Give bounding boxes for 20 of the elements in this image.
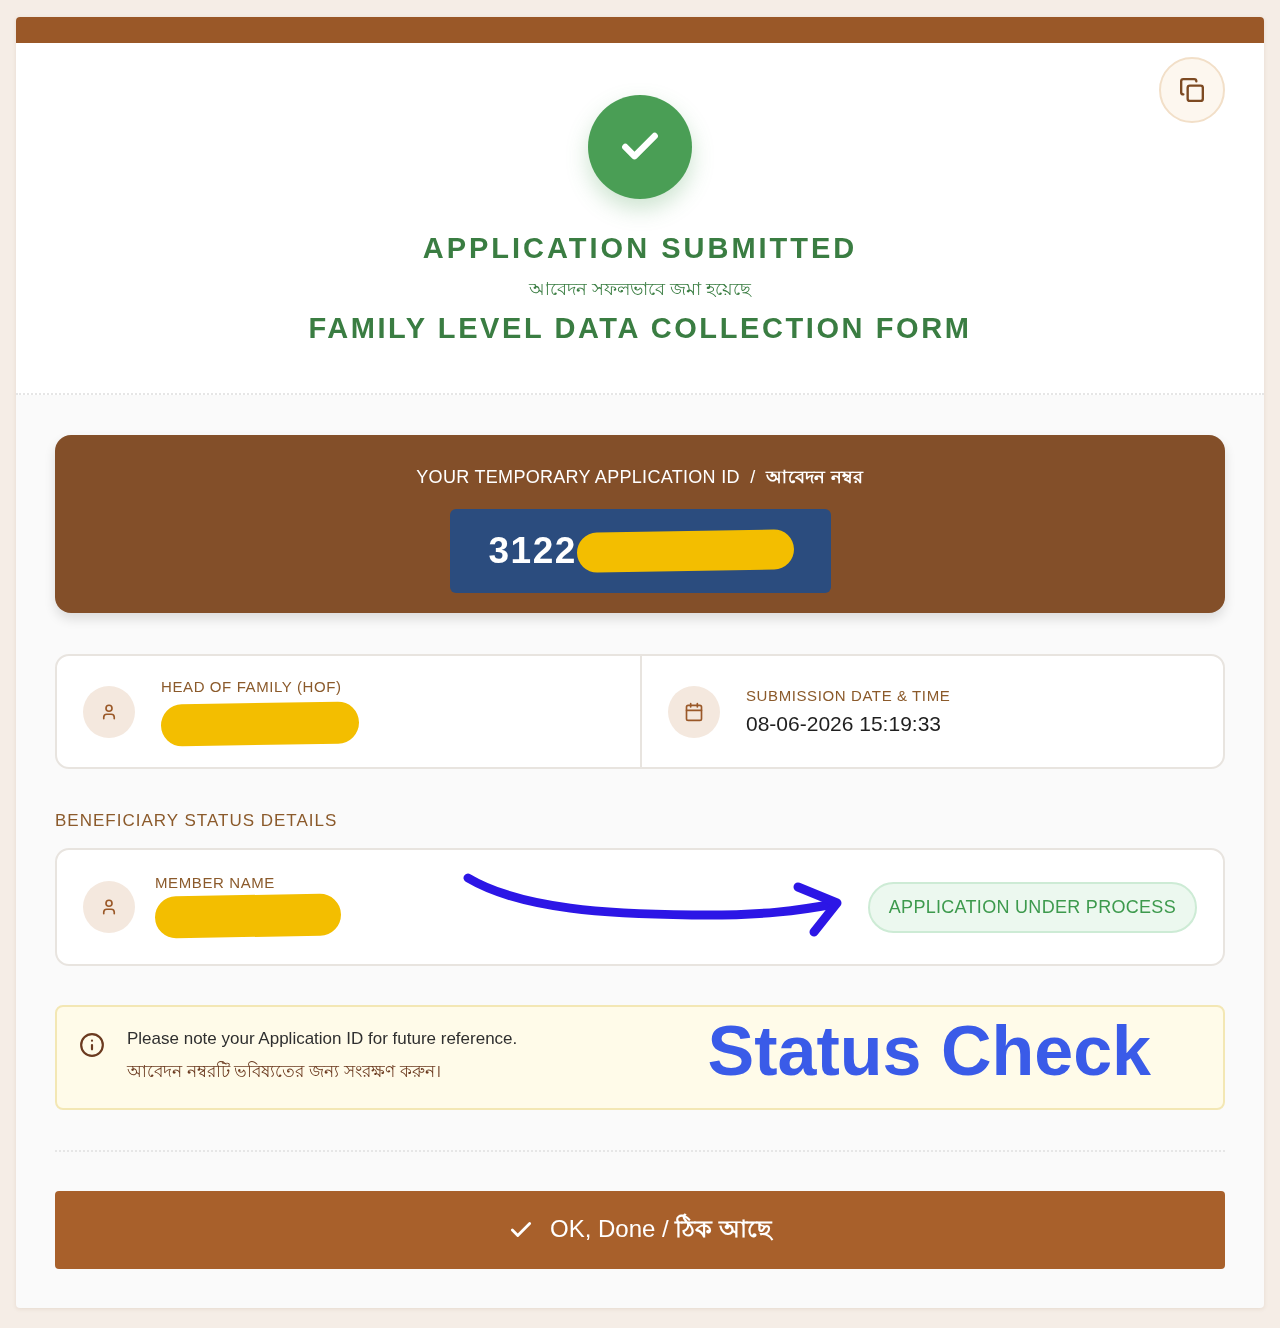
person-icon — [83, 685, 135, 738]
application-id-label: YOUR TEMPORARY APPLICATION ID / আবেদন নম্বর — [416, 466, 864, 489]
notice-text: আবেদন নম্বরটি ভবিষ্যতের জন্য সংরক্ষণ করুন। — [127, 1060, 441, 1083]
success-subtitle: আবেদন সফলভাবে জমা হয়েছে — [529, 278, 751, 301]
field-label: HEAD OF FAMILY (HOF) — [161, 678, 342, 695]
section-heading: BENEFICIARY STATUS DETAILS — [55, 811, 338, 831]
copy-icon — [1179, 77, 1205, 103]
calendar-icon — [668, 685, 720, 738]
annotation-text: Status Check — [707, 1015, 1151, 1086]
status-badge: APPLICATION UNDER PROCESS — [867, 881, 1197, 933]
success-title: APPLICATION SUBMITTED — [422, 232, 858, 265]
field-value: 08-06-2026 15:19:33 — [746, 712, 941, 736]
field-label: MEMBER NAME — [155, 873, 275, 891]
field-label: SUBMISSION DATE & TIME — [746, 687, 951, 704]
notice-text: Please note your Application ID for future reference. — [127, 1029, 518, 1049]
application-id-value: 3122 — [488, 530, 577, 572]
done-button[interactable]: OK, Done / ঠিক আছে — [55, 1191, 1225, 1269]
person-icon — [83, 881, 135, 933]
form-name: FAMILY LEVEL DATA COLLECTION FORM — [308, 312, 972, 345]
info-icon — [79, 1032, 105, 1058]
